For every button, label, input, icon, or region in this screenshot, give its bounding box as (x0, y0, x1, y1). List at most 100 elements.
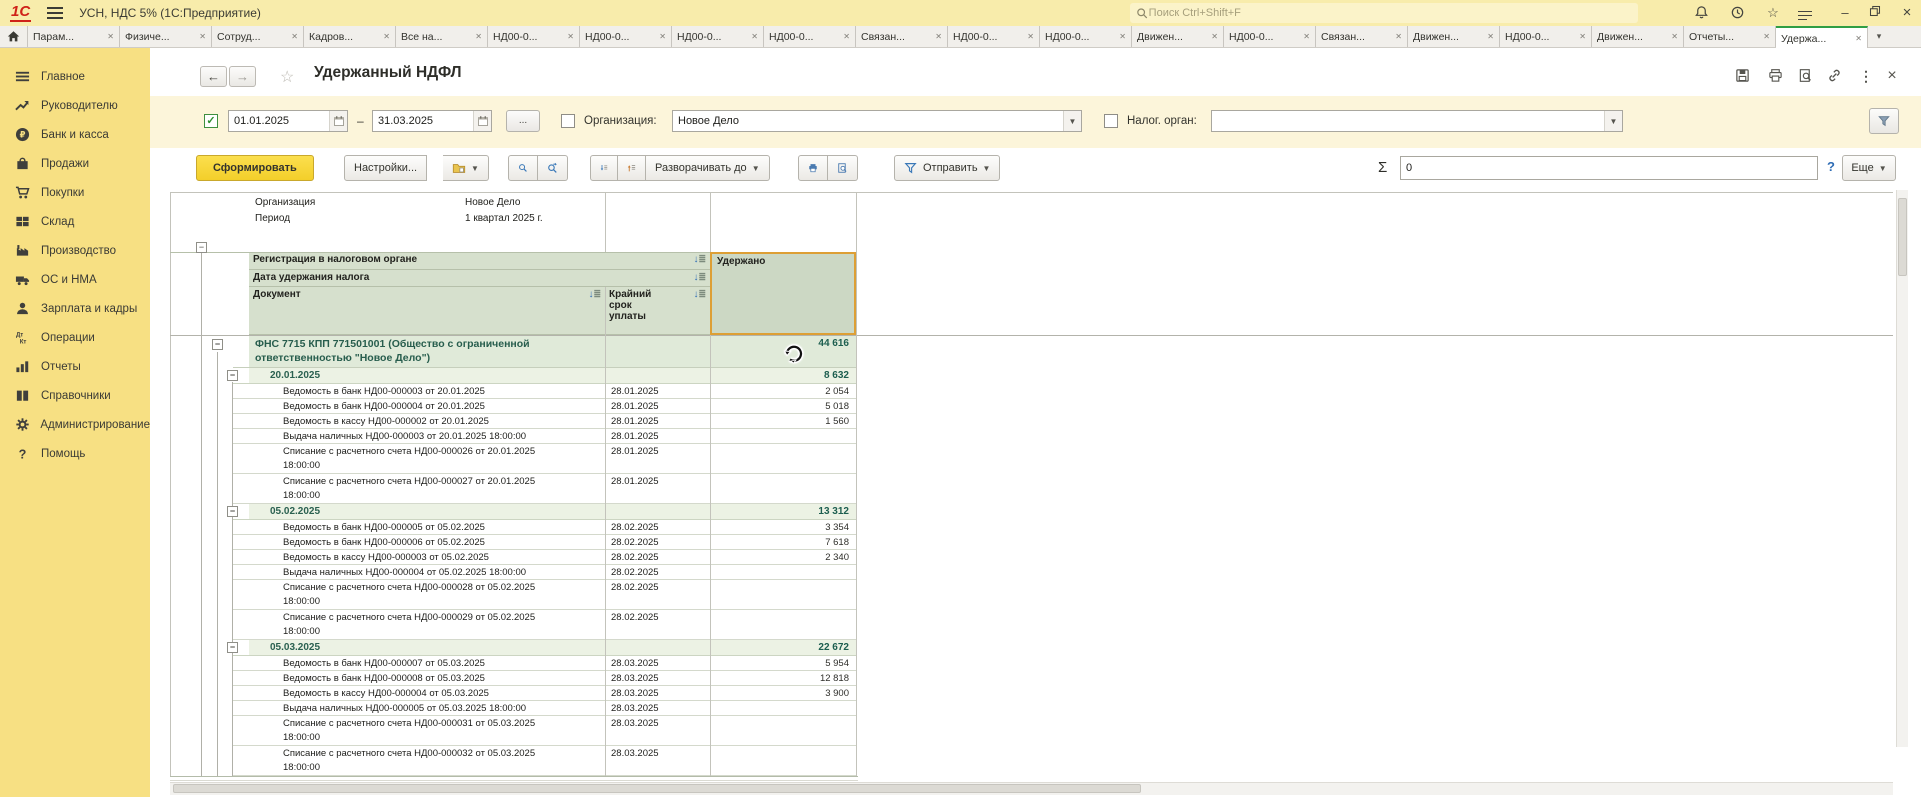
tab-close-icon[interactable]: ✕ (1855, 34, 1862, 43)
cell-withheld[interactable]: 13 312 (710, 504, 856, 519)
cell-document[interactable]: Выдача наличных НД00-000005 от 05.03.202… (233, 701, 605, 715)
table-row[interactable]: Выдача наличных НД00-000003 от 20.01.202… (233, 429, 856, 444)
table-row[interactable]: Ведомость в банк НД00-000006 от 05.02.20… (233, 535, 856, 550)
period-more-button[interactable]: ... (506, 110, 540, 132)
cell-document[interactable]: 05.02.2025 (233, 504, 605, 519)
cell-document[interactable]: Ведомость в банк НД00-000005 от 05.02.20… (233, 520, 605, 534)
cell-deadline[interactable]: 28.01.2025 (605, 429, 710, 443)
sidebar-item-зарплата-и-кадры[interactable]: Зарплата и кадры (0, 294, 150, 323)
tab-close-icon[interactable]: ✕ (107, 32, 114, 41)
table-row[interactable]: Списание с расчетного счета НД00-000031 … (233, 716, 856, 746)
cell-deadline[interactable]: 28.03.2025 (605, 671, 710, 685)
tab-close-icon[interactable]: ✕ (291, 32, 298, 41)
cell-withheld[interactable]: 2 340 (710, 550, 856, 564)
tab-close-icon[interactable]: ✕ (659, 32, 666, 41)
cell-deadline[interactable]: 28.02.2025 (605, 565, 710, 579)
table-row[interactable]: Ведомость в кассу НД00-000004 от 05.03.2… (233, 686, 856, 701)
vertical-scrollbar-thumb[interactable] (1898, 198, 1907, 276)
tab-3[interactable]: Кадров...✕ (304, 26, 396, 47)
tab-overflow-button[interactable]: ▾ (1868, 26, 1890, 47)
table-row[interactable]: Ведомость в кассу НД00-000003 от 05.02.2… (233, 550, 856, 565)
cell-withheld[interactable] (710, 565, 856, 579)
cell-withheld[interactable]: 7 618 (710, 535, 856, 549)
tab-14[interactable]: Связан...✕ (1316, 26, 1408, 47)
sidebar-item-ос-и-нма[interactable]: ОС и НМА (0, 265, 150, 294)
back-button[interactable]: ← (200, 66, 227, 87)
cell-document[interactable]: Ведомость в банк НД00-000003 от 20.01.20… (233, 384, 605, 398)
print-icon[interactable] (1765, 68, 1785, 86)
generate-button[interactable]: Сформировать (196, 155, 314, 181)
send-button[interactable]: Отправить▼ (894, 155, 1000, 181)
cell-document[interactable]: Списание с расчетного счета НД00-000027 … (233, 474, 605, 503)
favorites-star-icon[interactable]: ☆ (1764, 5, 1782, 21)
table-row-total[interactable]: −ФНС 7715 КПП 771501001 (Общество с огра… (233, 335, 856, 368)
table-row[interactable]: Списание с расчетного счета НД00-000032 … (233, 746, 856, 776)
cell-document[interactable]: ФНС 7715 КПП 771501001 (Общество с огран… (233, 335, 605, 367)
cell-document[interactable]: Списание с расчетного счета НД00-000026 … (233, 444, 605, 473)
cell-withheld[interactable]: 5 954 (710, 656, 856, 670)
help-button[interactable]: ? (1827, 159, 1835, 174)
group-expander[interactable]: − (227, 370, 238, 381)
cell-deadline[interactable]: 28.01.2025 (605, 474, 710, 503)
cell-withheld[interactable]: 5 018 (710, 399, 856, 413)
horizontal-scrollbar-thumb[interactable] (173, 784, 1141, 793)
table-row-group[interactable]: −05.02.202513 312 (233, 504, 856, 520)
date-from-field[interactable] (228, 110, 348, 132)
tab-close-icon[interactable]: ✕ (475, 32, 482, 41)
table-row[interactable]: Списание с расчетного счета НД00-000026 … (233, 444, 856, 474)
sort-list-icon[interactable]: ≣ (698, 272, 706, 282)
tab-7[interactable]: НД00-0...✕ (672, 26, 764, 47)
calendar-icon[interactable] (473, 111, 491, 131)
tab-close-icon[interactable]: ✕ (1303, 32, 1310, 41)
table-row[interactable]: Списание с расчетного счета НД00-000029 … (233, 610, 856, 640)
filter-settings-button[interactable] (1869, 108, 1899, 134)
tab-close-icon[interactable]: ✕ (1395, 32, 1402, 41)
table-row-group[interactable]: −20.01.20258 632 (233, 368, 856, 384)
sidebar-item-отчеты[interactable]: Отчеты (0, 352, 150, 381)
find-button[interactable] (508, 155, 538, 181)
cell-withheld[interactable] (710, 610, 856, 639)
cell-deadline[interactable]: 28.03.2025 (605, 746, 710, 775)
print-preview-button[interactable] (828, 155, 858, 181)
column-header-document[interactable]: Документ ↓≣ (249, 287, 605, 335)
table-row[interactable]: Ведомость в банк НД00-000007 от 05.03.20… (233, 656, 856, 671)
tab-4[interactable]: Все на...✕ (396, 26, 488, 47)
table-row[interactable]: Ведомость в банк НД00-000008 от 05.03.20… (233, 671, 856, 686)
expand-groups-button[interactable] (618, 155, 646, 181)
group-expander[interactable]: − (227, 506, 238, 517)
column-header-withheld-selected[interactable]: Удержано (710, 252, 856, 335)
tab-close-icon[interactable]: ✕ (1671, 32, 1678, 41)
cell-document[interactable]: Ведомость в банк НД00-000008 от 05.03.20… (233, 671, 605, 685)
tab-18[interactable]: Отчеты...✕ (1684, 26, 1776, 47)
cell-deadline[interactable]: 28.02.2025 (605, 520, 710, 534)
organization-input[interactable] (673, 115, 1063, 127)
save-icon[interactable] (1732, 68, 1752, 86)
forward-button[interactable]: → (229, 66, 256, 87)
cell-withheld[interactable]: 3 900 (710, 686, 856, 700)
cell-document[interactable]: Ведомость в кассу НД00-000004 от 05.03.2… (233, 686, 605, 700)
preview-icon[interactable] (1795, 68, 1815, 86)
table-row[interactable]: Списание с расчетного счета НД00-000027 … (233, 474, 856, 504)
collapse-groups-button[interactable] (590, 155, 618, 181)
cell-withheld[interactable]: 3 354 (710, 520, 856, 534)
cell-deadline[interactable]: 28.02.2025 (605, 610, 710, 639)
sort-list-icon[interactable]: ≣ (698, 254, 706, 264)
chevron-down-icon[interactable]: ▼ (1063, 111, 1081, 131)
period-checkbox[interactable]: ✓ (204, 114, 218, 128)
tab-close-icon[interactable]: ✕ (935, 32, 942, 41)
more-button[interactable]: Еще▼ (1842, 155, 1896, 181)
tab-19[interactable]: Удержа...✕ (1776, 26, 1868, 49)
home-tab[interactable] (0, 26, 28, 47)
cell-deadline[interactable]: 28.02.2025 (605, 535, 710, 549)
tab-close-icon[interactable]: ✕ (843, 32, 850, 41)
cell-withheld[interactable] (710, 580, 856, 609)
tab-15[interactable]: Движен...✕ (1408, 26, 1500, 47)
tab-close-icon[interactable]: ✕ (1579, 32, 1586, 41)
organization-combo[interactable]: ▼ (672, 110, 1082, 132)
cell-document[interactable]: 20.01.2025 (233, 368, 605, 383)
cell-deadline[interactable]: 28.03.2025 (605, 716, 710, 745)
sidebar-item-склад[interactable]: Склад (0, 207, 150, 236)
cell-withheld[interactable] (710, 746, 856, 775)
table-row-group[interactable]: −05.03.202522 672 (233, 640, 856, 656)
search-input[interactable] (1149, 7, 1632, 19)
